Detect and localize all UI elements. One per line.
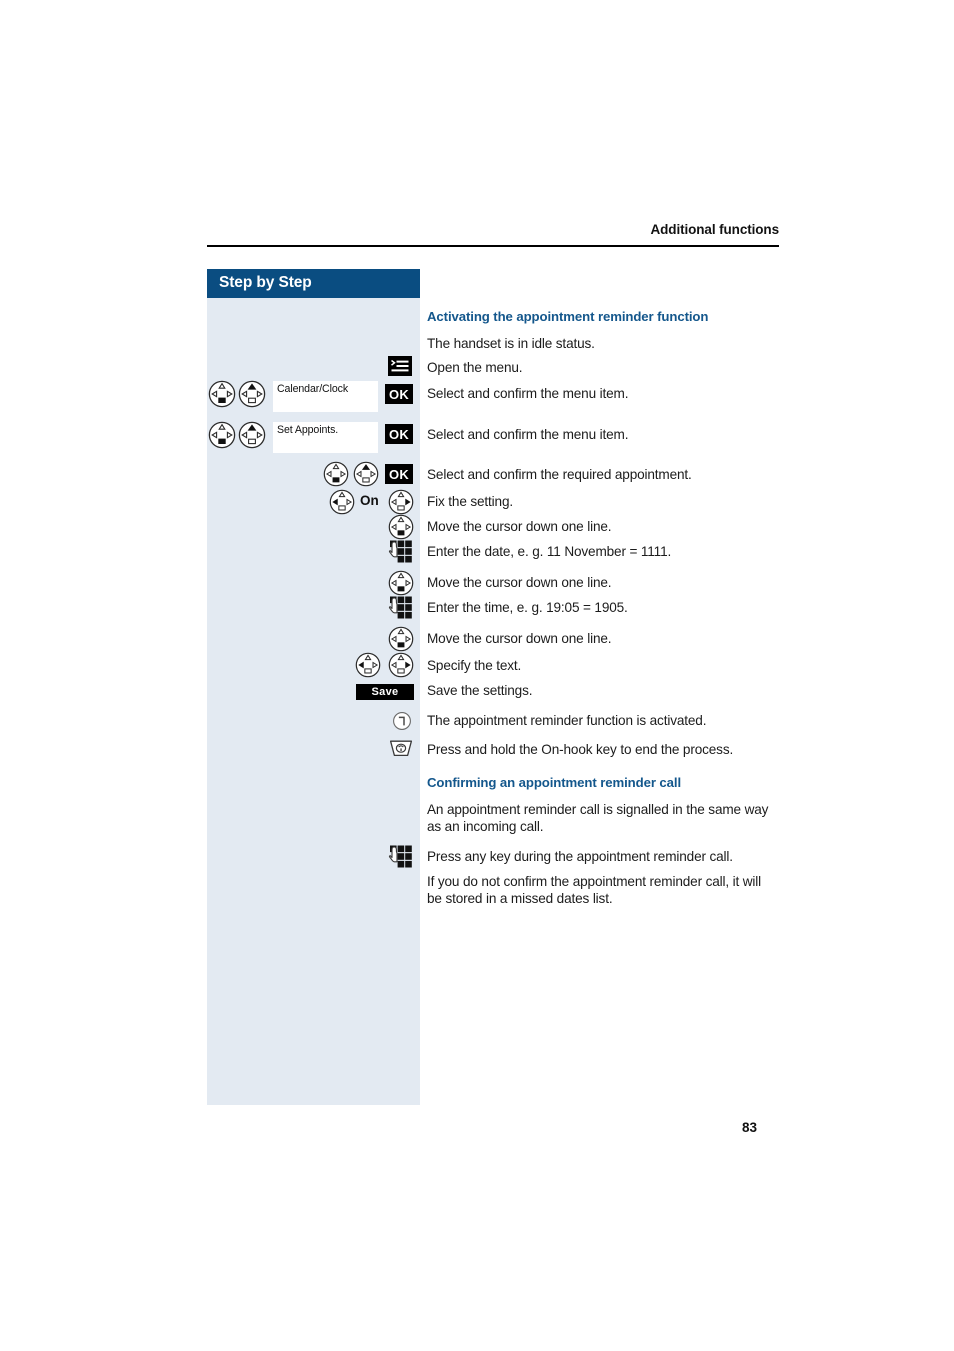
nav-key-down-icon[interactable] xyxy=(323,461,349,487)
ok-button-calendar-clock[interactable]: OK xyxy=(385,384,413,404)
step-text-signalled-like-incoming: An appointment reminder call is signalle… xyxy=(427,802,769,834)
ok-button-appointment[interactable]: OK xyxy=(385,464,413,484)
nav-key-left-icon[interactable] xyxy=(329,489,355,515)
step-text-enter-time: Enter the time, e. g. 19:05 = 1905. xyxy=(427,600,628,615)
page-number: 83 xyxy=(742,1120,758,1135)
running-header: Additional functions xyxy=(650,222,780,237)
section-heading-activating: Activating the appointment reminder func… xyxy=(427,309,709,324)
step-text-function-activated: The appointment reminder function is act… xyxy=(427,713,707,728)
menu-item-set-appoints[interactable]: Set Appoints. xyxy=(273,422,378,453)
step-text-cursor-down-3: Move the cursor down one line. xyxy=(427,631,612,646)
menu-item-set-appoints-label: Set Appoints. xyxy=(277,424,339,436)
keypad-icon[interactable] xyxy=(388,596,414,620)
step-text-cursor-down-2: Move the cursor down one line. xyxy=(427,575,612,590)
save-button[interactable]: Save xyxy=(356,684,414,700)
step-text-specify-text: Specify the text. xyxy=(427,658,522,673)
step-text-idle-status: The handset is in idle status. xyxy=(427,336,595,351)
step-text-press-any-key: Press any key during the appointment rem… xyxy=(427,849,733,864)
keypad-icon[interactable] xyxy=(388,540,414,564)
nav-key-up-icon[interactable] xyxy=(238,380,266,408)
nav-key-down-icon[interactable] xyxy=(388,570,414,596)
nav-key-up-icon[interactable] xyxy=(238,421,266,449)
step-text-select-calendar: Select and confirm the menu item. xyxy=(427,386,629,401)
nav-key-right-icon[interactable] xyxy=(388,652,414,678)
nav-key-right-icon[interactable] xyxy=(388,489,414,515)
on-hook-key-icon[interactable] xyxy=(389,739,413,759)
on-value-label: On xyxy=(360,493,379,508)
step-text-cursor-down-1: Move the cursor down one line. xyxy=(427,519,612,534)
header-divider xyxy=(207,245,779,247)
menu-item-calendar-clock[interactable]: Calendar/Clock xyxy=(273,381,378,412)
reminder-clock-icon xyxy=(392,711,412,731)
step-text-open-menu: Open the menu. xyxy=(427,360,523,375)
ok-button-set-appoints[interactable]: OK xyxy=(385,424,413,444)
step-text-fix-setting: Fix the setting. xyxy=(427,494,513,509)
menu-key-icon[interactable] xyxy=(388,356,412,376)
step-text-save-settings: Save the settings. xyxy=(427,683,533,698)
section-heading-confirming: Confirming an appointment reminder call xyxy=(427,775,682,790)
menu-item-calendar-clock-label: Calendar/Clock xyxy=(277,383,349,395)
step-text-on-hook: Press and hold the On-hook key to end th… xyxy=(427,742,734,757)
step-text-select-appointment: Select and confirm the required appointm… xyxy=(427,467,692,482)
nav-key-left-icon[interactable] xyxy=(355,652,381,678)
keypad-icon[interactable] xyxy=(388,845,414,869)
nav-key-down-icon[interactable] xyxy=(388,626,414,652)
sidebar-title: Step by Step xyxy=(219,274,312,291)
step-text-select-appoints: Select and confirm the menu item. xyxy=(427,427,629,442)
nav-key-up-icon[interactable] xyxy=(353,461,379,487)
nav-key-down-icon[interactable] xyxy=(388,514,414,540)
step-text-missed-dates-list: If you do not confirm the appointment re… xyxy=(427,874,762,906)
step-text-enter-date: Enter the date, e. g. 11 November = 1111… xyxy=(427,544,672,559)
nav-key-down-icon[interactable] xyxy=(208,380,236,408)
nav-key-down-icon[interactable] xyxy=(208,421,236,449)
